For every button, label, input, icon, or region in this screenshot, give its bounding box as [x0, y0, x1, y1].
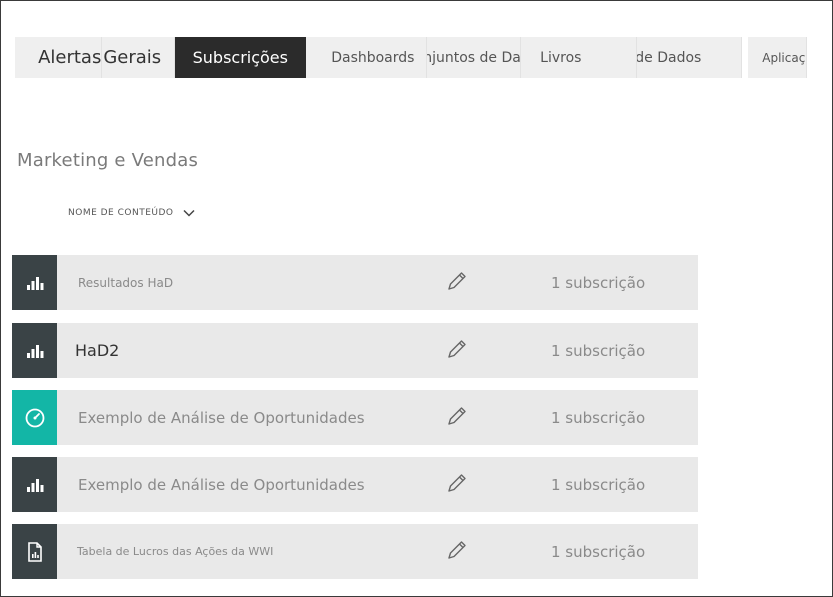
- list-item[interactable]: HaD2 1 subscrição: [12, 323, 698, 378]
- pencil-icon[interactable]: [446, 270, 468, 292]
- list-item[interactable]: Resultados HaD 1 subscrição: [12, 255, 698, 310]
- subscription-count: 1 subscrição: [551, 408, 646, 427]
- content-name: Exemplo de Análise de Oportunidades: [78, 408, 365, 427]
- tab-label: Fluxos de Dados: [637, 49, 702, 66]
- tab-gerais[interactable]: Gerais: [102, 37, 175, 78]
- sort-label: NOME DE CONTEÚDO: [68, 208, 174, 218]
- tab-label: Dashboards: [331, 49, 415, 66]
- bar-chart-icon: [12, 255, 57, 310]
- chevron-down-icon: [182, 206, 196, 220]
- tab-conjuntos-de-dados[interactable]: Conjuntos de Dados: [426, 37, 522, 78]
- list-item[interactable]: Tabela de Lucros das Ações da WWI 1 subs…: [12, 524, 698, 579]
- subscription-count: 1 subscrição: [551, 475, 646, 494]
- content-name: Tabela de Lucros das Ações da WWI: [77, 545, 274, 558]
- tab-alertas[interactable]: Alertas: [15, 37, 103, 78]
- bar-chart-icon: [12, 457, 57, 512]
- report-icon: [12, 524, 57, 579]
- tab-aplicacao[interactable]: Aplicação: [748, 37, 807, 78]
- sort-by-content-name[interactable]: NOME DE CONTEÚDO: [68, 206, 196, 220]
- tab-label: Subscrições: [192, 48, 288, 67]
- tab-subscricoes[interactable]: Subscrições: [174, 37, 306, 78]
- tab-livros[interactable]: Livros: [521, 37, 638, 78]
- pencil-icon[interactable]: [446, 472, 468, 494]
- pencil-icon[interactable]: [446, 405, 468, 427]
- subscription-count: 1 subscrição: [551, 341, 646, 360]
- tab-label: Livros: [540, 49, 582, 66]
- gauge-icon: [12, 390, 57, 445]
- tab-bar: Alertas Gerais Subscrições Dashboards Co…: [15, 37, 807, 78]
- content-name: Exemplo de Análise de Oportunidades: [78, 475, 365, 494]
- content-name: Resultados HaD: [78, 275, 174, 290]
- content-name: HaD2: [75, 341, 120, 360]
- tab-dashboards[interactable]: Dashboards: [305, 37, 427, 78]
- list-item[interactable]: Exemplo de Análise de Oportunidades 1 su…: [12, 457, 698, 512]
- subscription-count: 1 subscrição: [551, 542, 646, 561]
- pencil-icon[interactable]: [446, 539, 468, 561]
- tab-label: Alertas: [38, 47, 102, 68]
- bar-chart-icon: [12, 323, 57, 378]
- tab-label: Conjuntos de Dados: [427, 49, 521, 66]
- tab-fluxos-de-dados[interactable]: Fluxos de Dados: [637, 37, 743, 78]
- subscription-count: 1 subscrição: [551, 273, 646, 292]
- tab-label: Aplicação: [762, 50, 806, 65]
- pencil-icon[interactable]: [446, 338, 468, 360]
- list-item[interactable]: Exemplo de Análise de Oportunidades 1 su…: [12, 390, 698, 445]
- section-title: Marketing e Vendas: [17, 150, 199, 171]
- tab-label: Gerais: [103, 47, 162, 68]
